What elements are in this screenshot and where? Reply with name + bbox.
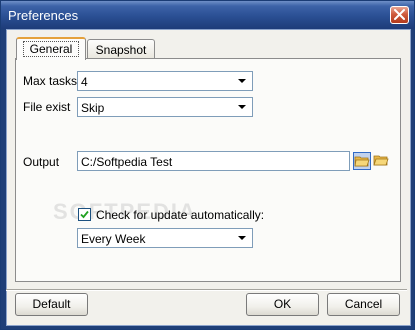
chevron-down-icon[interactable] [235,74,249,88]
tab-snapshot[interactable]: Snapshot [87,39,155,59]
update-frequency-select[interactable]: Every Week [77,228,253,248]
button-divider [6,289,407,291]
open-folder-button[interactable] [373,152,391,170]
chevron-down-icon[interactable] [235,100,249,114]
window-title: Preferences [8,8,79,23]
checkmark-icon [80,210,89,219]
cancel-button[interactable]: Cancel [327,293,400,316]
output-path-field[interactable]: C:/Softpedia Test [77,151,350,171]
max-tasks-value: 4 [81,75,88,89]
update-checkbox[interactable] [78,208,91,221]
file-exist-select[interactable]: Skip [77,97,253,117]
default-button[interactable]: Default [15,293,88,316]
max-tasks-select[interactable]: 4 [77,71,253,91]
chevron-down-icon[interactable] [235,231,249,245]
folder-open-icon [354,156,370,167]
close-icon [394,9,405,20]
file-exist-value: Skip [81,101,105,115]
output-label: Output [23,155,60,169]
folder-icon [373,155,389,166]
close-button[interactable] [390,6,409,24]
tab-general[interactable]: General [16,37,86,60]
max-tasks-label: Max tasks [23,74,78,88]
update-frequency-value: Every Week [81,232,146,246]
tab-general-label: General [22,41,80,57]
output-path-value: C:/Softpedia Test [81,155,173,169]
title-bar[interactable]: Preferences [1,1,414,29]
tab-snapshot-label: Snapshot [95,43,147,57]
file-exist-label: File exist [23,100,71,114]
update-checkbox-label[interactable]: Check for update automatically: [96,208,264,222]
browse-folder-button[interactable] [353,152,371,170]
ok-button[interactable]: OK [246,293,319,316]
